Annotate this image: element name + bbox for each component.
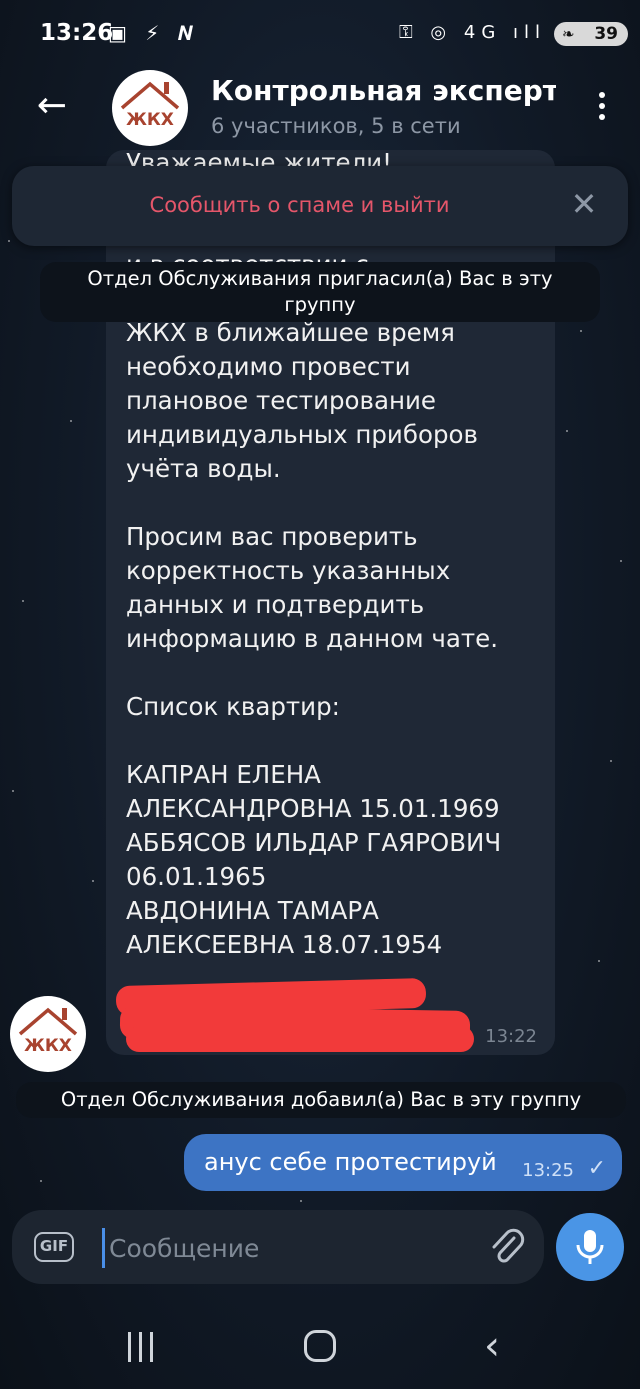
sender-avatar[interactable]: ЖКХ [10, 996, 86, 1072]
group-avatar[interactable]: ЖКХ [112, 70, 188, 146]
recent-apps-icon[interactable] [122, 1332, 160, 1362]
chat-header: ← ЖКХ Контрольная эксперти 6 участников,… [0, 66, 640, 152]
battery-level: 39 [594, 24, 618, 44]
report-spam-button[interactable]: Сообщить о спаме и выйти [12, 193, 587, 217]
status-bar: 13:26 ▣ ⚡ 𝑵 ⚿ ◎ 4G ıll ❧ 39 [0, 0, 640, 66]
house-logo-icon: ЖКХ [18, 1007, 78, 1056]
message-composer: GIF [12, 1210, 544, 1284]
service-message-invited: Отдел Обслуживания пригласил(а) Вас в эт… [40, 262, 600, 322]
spam-report-bar: Сообщить о спаме и выйти ✕ [12, 166, 628, 246]
status-notification-icons: ▣ ⚡ 𝑵 [108, 21, 199, 45]
avatar-label: ЖКХ [126, 110, 174, 130]
system-navigation-bar: ‹ [0, 1300, 640, 1389]
nav-back-icon[interactable]: ‹ [484, 1326, 500, 1366]
sender-avatar-label: ЖКХ [24, 1036, 72, 1056]
gif-icon[interactable]: GIF [34, 1232, 74, 1262]
status-time: 13:26 [40, 20, 114, 46]
home-icon[interactable] [304, 1330, 336, 1362]
battery-indicator: ❧ 39 [554, 22, 628, 46]
status-signal-icons: ⚿ ◎ 4G ıll [399, 22, 546, 43]
house-logo-icon: ЖКХ [120, 81, 180, 130]
chat-title[interactable]: Контрольная эксперти [211, 74, 556, 107]
sent-check-icon: ✓ [587, 1156, 606, 1181]
battery-saver-icon: ❧ [562, 25, 575, 43]
incoming-message-time: 13:22 [485, 1026, 537, 1047]
more-options-icon[interactable] [592, 88, 612, 128]
microphone-icon [576, 1230, 604, 1264]
outgoing-message-text: анус себе протестируй [204, 1148, 497, 1176]
chat-subtitle: 6 участников, 5 в сети [211, 114, 461, 138]
paperclip-icon[interactable] [486, 1226, 526, 1268]
microphone-button[interactable] [556, 1213, 624, 1281]
message-input[interactable] [102, 1228, 472, 1268]
redaction-mark [126, 1026, 474, 1052]
close-icon[interactable]: ✕ [566, 186, 602, 222]
service-message-added: Отдел Обслуживания добавил(а) Вас в эту … [16, 1082, 626, 1118]
outgoing-message-time: 13:25 [522, 1160, 574, 1181]
back-arrow-icon[interactable]: ← [26, 80, 78, 132]
outgoing-message-bubble[interactable]: анус себе протестируй 13:25 ✓ [184, 1134, 622, 1191]
